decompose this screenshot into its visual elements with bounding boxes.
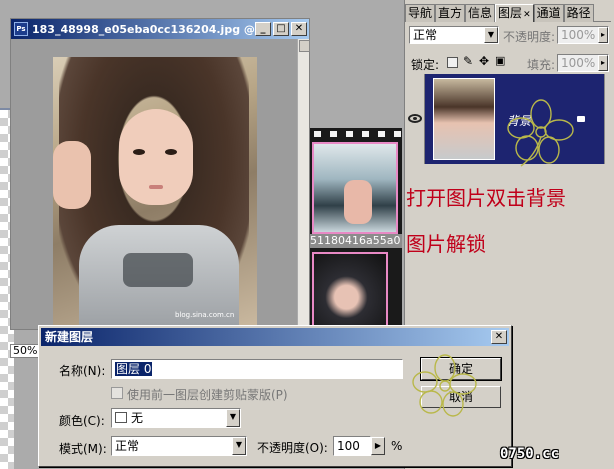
lock-all-icon[interactable]: ▣: [495, 54, 505, 67]
blend-mode-select[interactable]: 正常 ▼: [409, 26, 499, 44]
zoom-level-field[interactable]: 50%: [10, 344, 40, 358]
chevron-right-icon[interactable]: ▶: [371, 437, 385, 455]
photo-watermark: blog.sina.com.cn: [175, 311, 235, 319]
close-icon[interactable]: ✕: [523, 10, 531, 20]
photo-thumbnail: [312, 142, 398, 234]
chevron-down-icon[interactable]: ▼: [484, 27, 498, 43]
image-window[interactable]: Ps 183_48998_e05eba0cc136204.jpg @ ... _…: [10, 18, 310, 330]
fill-value: 100%: [561, 56, 596, 70]
eye-icon[interactable]: [408, 114, 422, 123]
chevron-down-icon[interactable]: ▼: [226, 409, 240, 427]
lock-paint-icon[interactable]: ✎: [463, 54, 473, 68]
opacity-value: 100%: [561, 28, 596, 42]
visibility-column[interactable]: [405, 74, 425, 164]
lock-icon: [577, 116, 585, 122]
chevron-right-icon[interactable]: ▸: [598, 27, 608, 43]
clip-mask-label: 使用前一图层创建剪贴蒙版(P): [127, 388, 288, 402]
close-button[interactable]: ✕: [291, 22, 307, 36]
lock-move-icon[interactable]: ✥: [479, 54, 489, 68]
lock-transparent-icon[interactable]: [447, 57, 458, 68]
vertical-scrollbar[interactable]: [297, 39, 310, 329]
tab-navigator[interactable]: 导航: [405, 4, 436, 22]
site-logo-text: 0750.cc: [500, 446, 560, 462]
layer-name[interactable]: 背景: [507, 112, 531, 129]
site-logo: 0750.cc: [500, 446, 559, 462]
image-window-titlebar[interactable]: Ps 183_48998_e05eba0cc136204.jpg @ ... _…: [11, 19, 309, 39]
tab-layers-label: 图层: [498, 6, 523, 20]
layer-name-input[interactable]: 图层 0: [111, 359, 403, 379]
instruction-line-2: 图片解锁: [406, 232, 486, 256]
dialog-close-button[interactable]: ✕: [491, 330, 507, 344]
instruction-line-1: 打开图片双击背景: [406, 186, 566, 210]
chevron-down-icon[interactable]: ▼: [232, 437, 246, 455]
new-layer-dialog[interactable]: 新建图层 ✕ 名称(N): 图层 0 使用前一图层创建剪贴蒙版(P) 颜色(C)…: [38, 325, 512, 467]
blend-mode-value: 正常: [413, 28, 438, 42]
color-value: 无: [131, 411, 144, 425]
filmstrip-caption: 51180416a55a0: [308, 234, 402, 248]
fill-field[interactable]: 100% ▸: [557, 54, 609, 72]
tab-info[interactable]: 信息: [465, 4, 496, 22]
mode-label: 模式(M):: [59, 442, 107, 456]
panel-tabs: 导航 直方 信息 图层✕ 通道 路径: [405, 4, 611, 22]
opacity-field[interactable]: 100% ▸: [557, 26, 609, 44]
mode-select[interactable]: 正常 ▼: [111, 436, 247, 456]
layer-name-value: 图层 0: [115, 362, 153, 376]
minimize-button[interactable]: _: [255, 22, 271, 36]
photo-canvas[interactable]: blog.sina.com.cn: [53, 57, 257, 325]
tab-channels[interactable]: 通道: [533, 4, 564, 22]
mode-value: 正常: [115, 439, 140, 453]
opacity-unit: %: [391, 439, 403, 453]
tab-histogram[interactable]: 直方: [435, 4, 466, 22]
ok-button[interactable]: 确定: [420, 357, 502, 381]
photo-thumbnail: [312, 252, 388, 328]
layer-thumbnail[interactable]: [433, 78, 495, 160]
color-label: 颜色(C):: [59, 414, 105, 428]
color-swatch-icon: [115, 412, 127, 423]
tab-paths[interactable]: 路径: [563, 4, 594, 22]
lock-label: 锁定:: [411, 58, 440, 72]
opacity-label: 不透明度:: [503, 30, 556, 44]
name-label: 名称(N):: [59, 364, 106, 378]
background-doc-filmstrip: 51180416a55a0: [308, 128, 402, 328]
panel-scrollbar[interactable]: [604, 74, 614, 164]
tab-layers[interactable]: 图层✕: [495, 4, 534, 22]
cancel-button[interactable]: 取消: [421, 386, 501, 408]
photoshop-icon: Ps: [14, 22, 28, 36]
dialog-opacity-label: 不透明度(O):: [257, 441, 328, 455]
dialog-title: 新建图层: [45, 330, 94, 344]
maximize-button[interactable]: □: [273, 22, 289, 36]
dialog-opacity-input[interactable]: 100: [333, 436, 371, 456]
fill-label: 填充:: [527, 58, 556, 72]
clip-mask-checkbox[interactable]: [111, 387, 123, 399]
dialog-titlebar[interactable]: 新建图层 ✕: [41, 328, 509, 346]
chevron-right-icon[interactable]: ▸: [598, 55, 608, 71]
canvas-area[interactable]: blog.sina.com.cn: [11, 39, 309, 329]
color-select[interactable]: 无 ▼: [111, 408, 241, 428]
image-window-title: 183_48998_e05eba0cc136204.jpg @ ...: [32, 22, 255, 36]
